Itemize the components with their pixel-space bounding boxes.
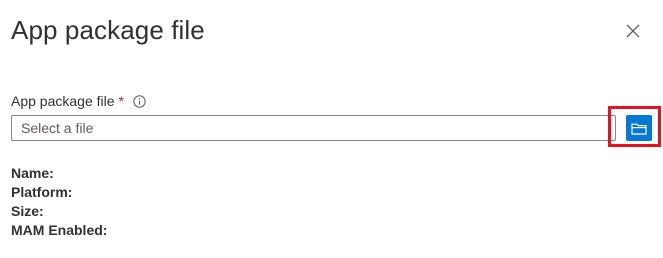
- info-icon[interactable]: [133, 94, 146, 108]
- panel-title: App package file: [11, 15, 205, 45]
- field-label: App package file: [11, 93, 115, 109]
- close-button[interactable]: [620, 18, 646, 44]
- detail-mam-enabled-label: MAM Enabled:: [11, 222, 108, 238]
- detail-platform-label: Platform:: [11, 184, 73, 200]
- folder-open-icon: [631, 123, 647, 135]
- field-label-row: App package file *: [11, 91, 146, 111]
- required-marker: *: [118, 93, 124, 109]
- detail-size-label: Size:: [11, 203, 44, 219]
- detail-name-label: Name:: [11, 165, 54, 181]
- file-details: Name: Platform: Size: MAM Enabled:: [11, 164, 107, 240]
- app-package-file-panel: App package file App package file * Name…: [0, 0, 663, 258]
- browse-file-button[interactable]: [626, 115, 652, 141]
- file-path-input[interactable]: [11, 115, 616, 141]
- close-icon: [626, 24, 640, 38]
